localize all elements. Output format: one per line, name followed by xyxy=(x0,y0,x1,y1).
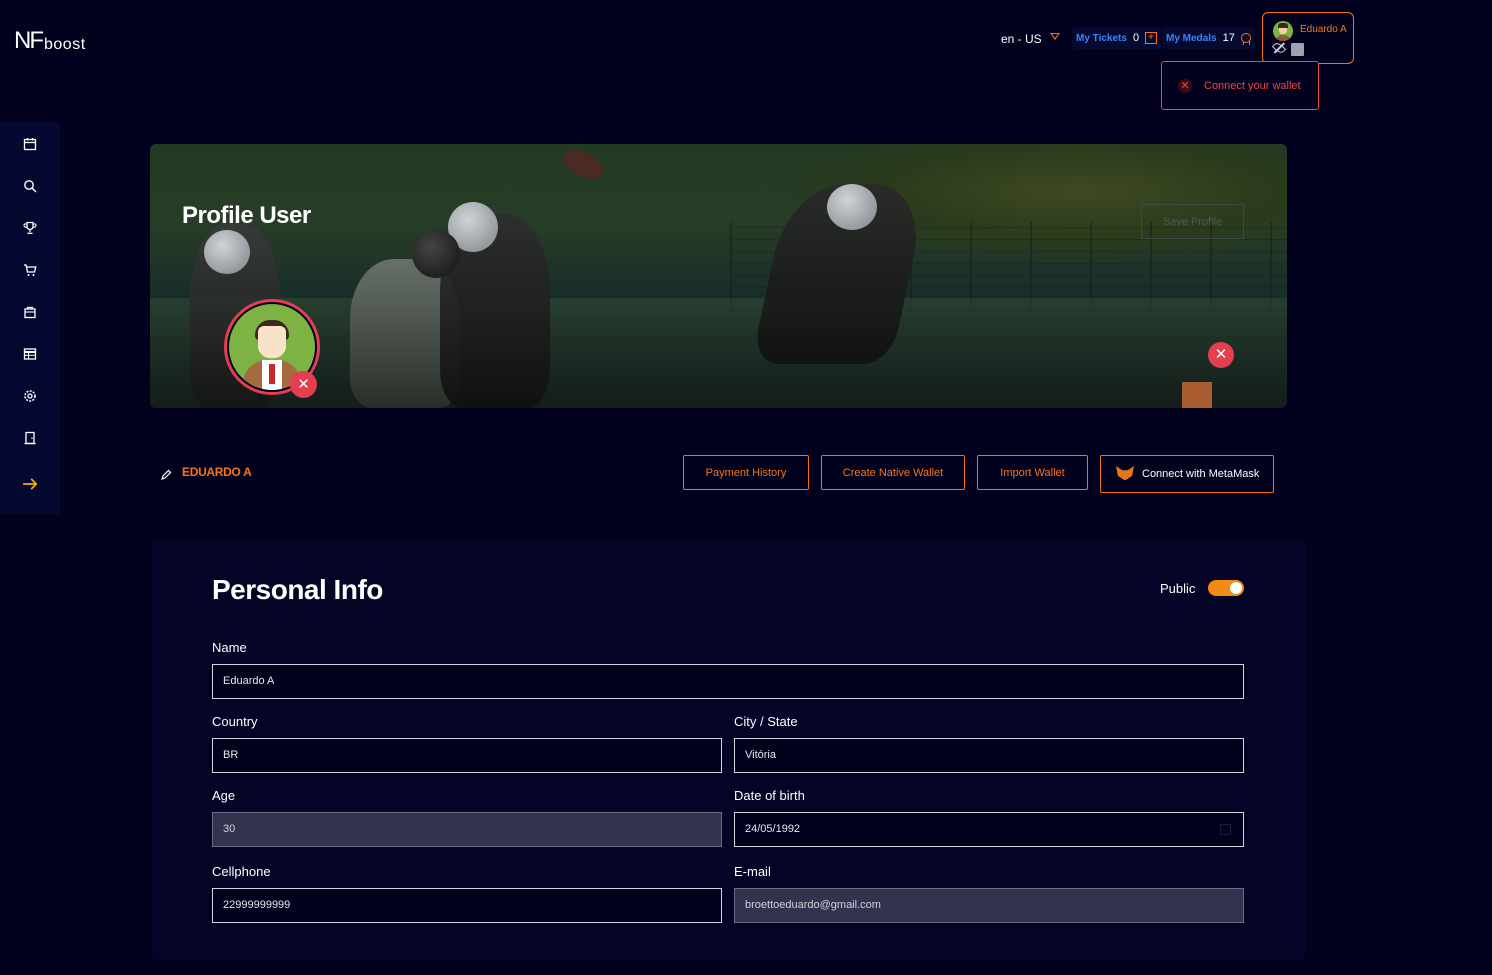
door-icon[interactable] xyxy=(22,430,38,446)
name-label: Name xyxy=(212,640,247,655)
gear-icon[interactable] xyxy=(22,388,38,404)
cellphone-label: Cellphone xyxy=(212,864,271,879)
avatar xyxy=(1273,21,1293,41)
public-label: Public xyxy=(1160,581,1196,596)
age-label: Age xyxy=(212,788,236,803)
metamask-fox-icon xyxy=(1116,466,1134,482)
eye-off-icon[interactable] xyxy=(1271,40,1287,56)
dob-label: Date of birth xyxy=(734,788,805,803)
medals-counter[interactable]: My Medals 17 xyxy=(1162,27,1255,49)
user-name: Eduardo A xyxy=(1300,24,1347,35)
language-value: en - US xyxy=(1001,32,1042,46)
user-menu[interactable]: Eduardo A xyxy=(1262,12,1354,64)
balance-placeholder xyxy=(1291,43,1304,56)
email-field: broettoeduardo@gmail.com xyxy=(734,888,1244,923)
logo-mark: NF xyxy=(14,27,44,54)
brand-logo[interactable]: NF boost xyxy=(14,27,86,54)
profile-username: EDUARDO A xyxy=(182,465,252,479)
calendar-picker-icon[interactable] xyxy=(1220,824,1231,835)
page-title: Profile User xyxy=(182,202,311,229)
connect-wallet-alert[interactable]: ✕ Connect your wallet xyxy=(1161,61,1319,110)
pencil-icon[interactable] xyxy=(160,469,172,481)
medals-count: 17 xyxy=(1222,32,1235,44)
arrow-right-icon[interactable] xyxy=(22,476,38,492)
error-icon: ✕ xyxy=(1178,78,1192,93)
tickets-counter[interactable]: My Tickets 0 + xyxy=(1072,27,1162,49)
public-toggle[interactable] xyxy=(1208,580,1244,596)
dob-value: 24/05/1992 xyxy=(745,823,801,835)
bag-icon[interactable] xyxy=(22,304,38,320)
cellphone-field[interactable]: 22999999999 xyxy=(212,888,722,923)
city-label: City / State xyxy=(734,714,798,729)
dob-field[interactable]: 24/05/1992 xyxy=(734,812,1244,847)
tickets-label: My Tickets xyxy=(1076,32,1127,44)
remove-avatar-icon[interactable]: ✕ xyxy=(290,371,317,398)
country-label: Country xyxy=(212,714,258,729)
name-field[interactable]: Eduardo A xyxy=(212,664,1244,699)
section-title: Personal Info xyxy=(212,574,383,605)
country-field[interactable]: BR xyxy=(212,738,722,773)
tickets-count: 0 xyxy=(1132,32,1140,44)
import-wallet-button[interactable]: Import Wallet xyxy=(977,455,1088,490)
chevron-down-icon xyxy=(1050,33,1060,40)
medals-label: My Medals xyxy=(1166,32,1217,44)
remove-banner-icon[interactable]: ✕ xyxy=(1208,342,1234,368)
calendar-icon[interactable] xyxy=(22,136,38,152)
table-icon[interactable] xyxy=(22,346,38,362)
create-native-wallet-button[interactable]: Create Native Wallet xyxy=(821,455,965,490)
trophy-icon[interactable] xyxy=(22,220,38,236)
cart-icon[interactable] xyxy=(22,262,38,278)
email-label: E-mail xyxy=(734,864,771,879)
search-icon[interactable] xyxy=(22,178,38,194)
save-profile-button[interactable]: Save Profile xyxy=(1141,204,1244,239)
personal-info-card: Personal Info Public Name Eduardo A Coun… xyxy=(152,540,1306,960)
connect-metamask-button[interactable]: Connect with MetaMask xyxy=(1100,455,1274,493)
age-field: 30 xyxy=(212,812,722,847)
connect-wallet-text: Connect your wallet xyxy=(1204,79,1301,92)
connect-metamask-label: Connect with MetaMask xyxy=(1142,468,1260,480)
sidebar xyxy=(0,122,60,514)
medal-icon xyxy=(1240,33,1251,45)
profile-banner[interactable]: Profile User Save Profile ✕ xyxy=(150,144,1287,408)
city-field[interactable]: Vitória xyxy=(734,738,1244,773)
payment-history-button[interactable]: Payment History xyxy=(683,455,809,490)
football-image xyxy=(558,144,608,184)
plus-icon[interactable]: + xyxy=(1145,32,1158,44)
logo-text: boost xyxy=(44,36,86,53)
language-selector[interactable]: en - US xyxy=(1001,32,1060,46)
